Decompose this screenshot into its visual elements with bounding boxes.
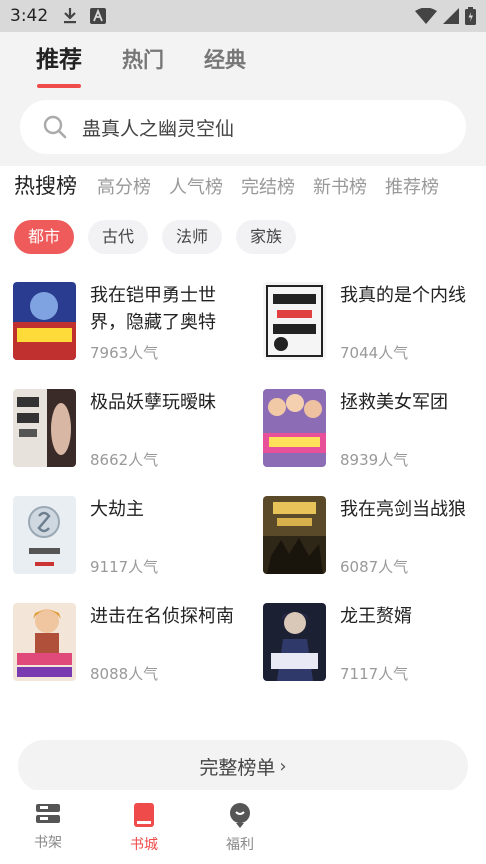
search-query-text: 蛊真人之幽灵空仙	[82, 117, 235, 140]
rank-tab-popularity[interactable]: 人气榜	[169, 173, 223, 199]
rank-tab-high-score[interactable]: 高分榜	[97, 173, 151, 199]
chip-family[interactable]: 家族	[236, 220, 297, 254]
book-popularity: 8939人气	[340, 451, 409, 469]
book-cover	[263, 603, 326, 681]
category-chips: 都市 古代 法师 家族	[14, 220, 297, 254]
header-area: 推荐 热门 经典 蛊真人之幽灵空仙	[0, 32, 486, 166]
font-a-icon	[90, 8, 107, 24]
book-popularity: 7044人气	[340, 344, 409, 362]
book-cover	[13, 389, 76, 467]
book-title: 龙王赘婿	[340, 606, 412, 627]
book-popularity: 7963人气	[90, 344, 159, 362]
book-item[interactable]: 进击在名侦探柯南 8088人气	[13, 603, 253, 683]
book-cover	[263, 496, 326, 574]
full-rank-button[interactable]: 完整榜单 ›	[18, 740, 468, 792]
book-item[interactable]: 极品妖孽玩暧昧 8662人气	[13, 389, 253, 469]
book-item[interactable]: 我在亮剑当战狼 6087人气	[263, 496, 486, 576]
tab-classic[interactable]: 经典	[204, 40, 246, 80]
status-left-icons	[62, 7, 107, 25]
book-title: 极品妖孽玩暧昧	[90, 392, 216, 413]
battery-icon	[465, 7, 476, 25]
book-popularity: 6087人气	[340, 558, 409, 576]
nav-welfare[interactable]: 福利	[192, 790, 288, 864]
download-icon	[64, 8, 77, 24]
book-title: 我在铠甲勇士世界，隐藏了奥特	[90, 285, 216, 333]
book-cover	[263, 282, 326, 360]
chevron-right-icon: ›	[279, 755, 287, 777]
book-title: 大劫主	[90, 499, 144, 520]
chip-ancient[interactable]: 古代	[88, 220, 149, 254]
rank-tab-completed[interactable]: 完结榜	[241, 173, 295, 199]
nav-book-store[interactable]: 书城	[96, 790, 192, 864]
book-popularity: 9117人气	[90, 558, 159, 576]
book-title: 进击在名侦探柯南	[90, 606, 234, 627]
book-popularity: 7117人气	[340, 665, 409, 683]
book-item[interactable]: 大劫主 9117人气	[13, 496, 253, 576]
book-item[interactable]: 拯救美女军团 8939人气	[263, 389, 486, 469]
gift-icon	[230, 803, 250, 828]
book-item[interactable]: 我在铠甲勇士世界，隐藏了奥特 7963人气	[13, 282, 253, 362]
status-bar: 3:42	[0, 0, 486, 32]
wifi-icon	[415, 8, 437, 24]
tab-hot[interactable]: 热门	[122, 40, 164, 80]
book-item[interactable]: 我真的是个内线 7044人气	[263, 282, 486, 362]
search-icon	[43, 115, 67, 139]
book-store-icon	[134, 803, 154, 827]
nav-label: 书架	[34, 835, 62, 851]
book-title: 拯救美女军团	[340, 392, 448, 413]
chip-mage[interactable]: 法师	[162, 220, 223, 254]
book-title: 我在亮剑当战狼	[340, 499, 466, 520]
rank-tab-recommended[interactable]: 推荐榜	[385, 173, 439, 199]
book-item[interactable]: 龙王赘婿 7117人气	[263, 603, 486, 683]
main-tabs: 推荐 热门 经典	[36, 40, 246, 88]
book-cover	[13, 496, 76, 574]
rank-tabs: 热搜榜 高分榜 人气榜 完结榜 新书榜 推荐榜	[14, 170, 457, 200]
book-popularity: 8088人气	[90, 665, 159, 683]
rank-tab-hot-search[interactable]: 热搜榜	[14, 170, 77, 200]
search-input[interactable]: 蛊真人之幽灵空仙	[20, 100, 466, 154]
rank-tab-new-books[interactable]: 新书榜	[313, 173, 367, 199]
nav-label: 书城	[130, 837, 158, 853]
full-rank-label: 完整榜单	[199, 756, 276, 779]
bookshelf-icon	[36, 804, 60, 823]
status-right-icons	[415, 7, 476, 25]
status-time: 3:42	[10, 6, 49, 26]
book-cover	[13, 603, 76, 681]
bottom-nav: 书架 书城 福利	[0, 790, 486, 864]
book-title: 我真的是个内线	[340, 285, 466, 306]
chip-urban[interactable]: 都市	[14, 220, 75, 254]
book-cover	[13, 282, 76, 360]
book-cover	[263, 389, 326, 467]
signal-icon	[443, 8, 459, 24]
nav-bookshelf[interactable]: 书架	[0, 790, 96, 864]
book-popularity: 8662人气	[90, 451, 159, 469]
nav-label: 福利	[226, 837, 254, 853]
tab-recommend[interactable]: 推荐	[36, 40, 82, 88]
